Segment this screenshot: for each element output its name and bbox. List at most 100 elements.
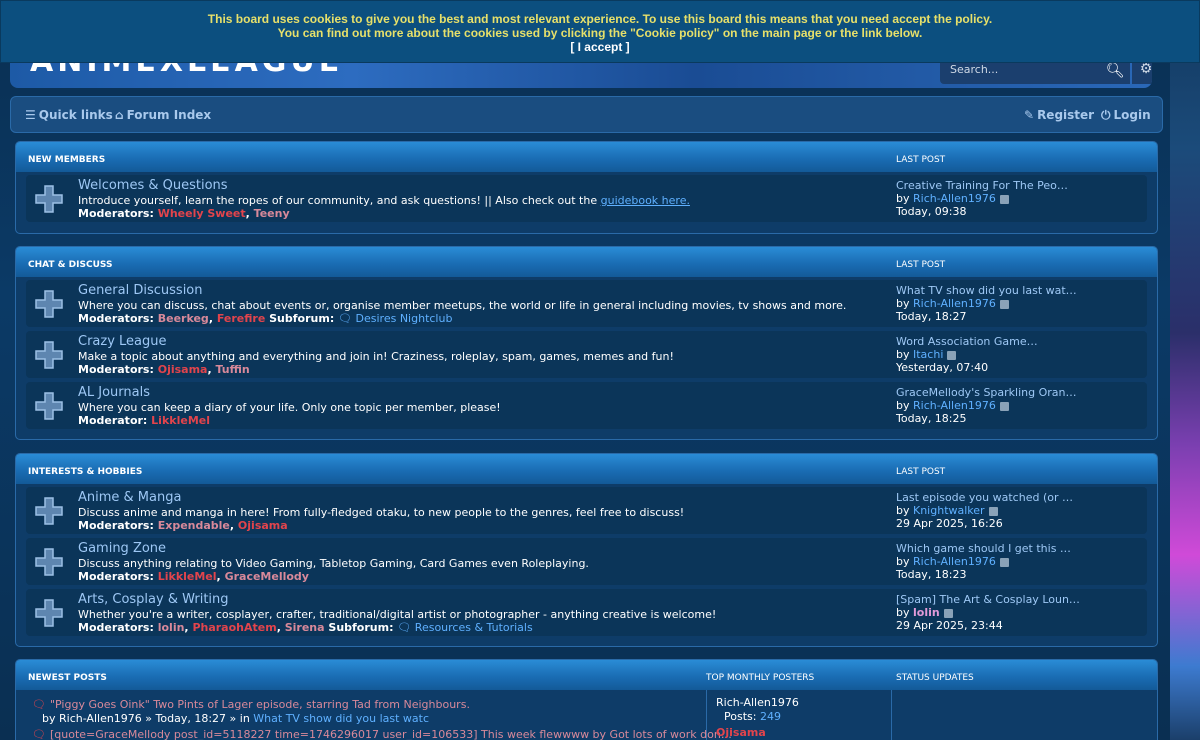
last-post-author: by Itachi — [896, 348, 1086, 361]
last-post-header: Last Post — [896, 155, 946, 165]
forum-moderators: Moderator: LikkleMel — [78, 414, 210, 427]
last-post-title[interactable]: What TV show did you last wat… — [896, 284, 1086, 297]
last-post-user[interactable]: Rich-Allen1976 — [913, 399, 996, 412]
last-post-user[interactable]: Rich-Allen1976 — [913, 555, 996, 568]
subforum-icon: 🗨︎ — [397, 621, 412, 634]
quick-links-label: Quick links — [38, 108, 113, 122]
category-new-members: New Members Last Post Welcomes & Questio… — [15, 141, 1158, 234]
moderator-link[interactable]: Teeny — [254, 207, 290, 220]
last-post-time: 29 Apr 2025, 23:44 — [896, 619, 1003, 632]
last-post-author: by Rich-Allen1976 — [896, 192, 1086, 205]
top-poster-name[interactable]: Ojisama — [716, 726, 766, 739]
speech-bubble-icon: 🗨︎ — [32, 728, 46, 740]
forum-moderators: Moderators: Expendable, Ojisama — [78, 519, 288, 532]
forum-row: General Discussion Where you can discuss… — [26, 280, 1147, 327]
forum-title[interactable]: AL Journals — [78, 385, 150, 400]
subforum-icon: 🗨︎ — [338, 312, 353, 325]
register-link[interactable]: ✎ Register — [1024, 108, 1094, 122]
posts-count[interactable]: 249 — [760, 710, 781, 723]
goto-post-icon[interactable] — [988, 506, 998, 516]
moderators-label: Moderators: — [78, 207, 154, 220]
last-post-title[interactable]: GraceMellody's Sparkling Oran… — [896, 386, 1086, 399]
side-artwork — [1170, 0, 1200, 740]
forum-description: Introduce yourself, learn the ropes of o… — [78, 194, 690, 207]
forum-read-icon — [35, 548, 63, 576]
last-post-user[interactable]: lolin — [913, 606, 940, 619]
last-post-author: by Rich-Allen1976 — [896, 555, 1086, 568]
last-post-time: 29 Apr 2025, 16:26 — [896, 517, 1003, 530]
subforum-label: Subforum: — [269, 312, 335, 325]
last-post-user[interactable]: Itachi — [913, 348, 943, 361]
moderator-link[interactable]: lolin — [158, 621, 185, 634]
power-icon: ⏻ — [1101, 108, 1111, 122]
forum-title[interactable]: Welcomes & Questions — [78, 178, 228, 193]
last-post-user[interactable]: Knightwalker — [913, 504, 985, 517]
moderator-link[interactable]: PharaohAtem — [192, 621, 276, 634]
forum-title[interactable]: General Discussion — [78, 283, 203, 298]
newest-post-title[interactable]: "Piggy Goes Oink" Two Pints of Lager epi… — [50, 698, 470, 711]
forum-moderators: Moderators: LikkleMel, GraceMellody — [78, 570, 309, 583]
cookie-notice: This board uses cookies to give you the … — [0, 0, 1200, 63]
top-posters-title: Top Monthly Posters — [706, 673, 815, 683]
last-post-title[interactable]: Which game should I get this … — [896, 542, 1086, 555]
moderator-link[interactable]: Sirena — [285, 621, 325, 634]
forum-read-icon — [35, 392, 63, 420]
last-post-title[interactable]: Creative Training For The Peo… — [896, 179, 1086, 192]
newest-post-item: 🗨︎ [quote=GraceMellody post_id=5118227 ti… — [32, 728, 732, 740]
last-post-user[interactable]: Rich-Allen1976 — [913, 297, 996, 310]
category-title[interactable]: New Members — [28, 155, 105, 165]
forum-title[interactable]: Gaming Zone — [78, 541, 166, 556]
newest-post-topic-link[interactable]: What TV show did you last watc — [253, 712, 429, 725]
forum-description: Discuss anime and manga in here! From fu… — [78, 506, 685, 519]
moderator-link[interactable]: LikkleMel — [158, 570, 217, 583]
last-post-title[interactable]: Word Association Game… — [896, 335, 1086, 348]
goto-post-icon[interactable] — [999, 557, 1009, 567]
forum-row: AL Journals Where you can keep a diary o… — [26, 382, 1147, 429]
moderator-link[interactable]: GraceMellody — [225, 570, 309, 583]
category-title[interactable]: Interests & Hobbies — [28, 467, 142, 477]
forum-read-icon — [35, 497, 63, 525]
moderator-link[interactable]: Tuffin — [215, 363, 249, 376]
last-post-user[interactable]: Rich-Allen1976 — [913, 192, 996, 205]
forum-row: Crazy League Make a topic about anything… — [26, 331, 1147, 378]
moderator-link[interactable]: Wheely Sweet — [158, 207, 246, 220]
goto-post-icon[interactable] — [999, 401, 1009, 411]
goto-post-icon[interactable] — [943, 608, 953, 618]
moderator-link[interactable]: LikkleMel — [151, 414, 210, 427]
quick-links-menu[interactable]: ☰ Quick links — [25, 108, 113, 122]
moderator-link[interactable]: Beerkeg — [158, 312, 209, 325]
newest-post-item: 🗨︎ "Piggy Goes Oink" Two Pints of Lager e… — [32, 698, 470, 711]
last-post-author: by Knightwalker — [896, 504, 1086, 517]
newest-post-title[interactable]: [quote=GraceMellody post_id=5118227 time… — [50, 728, 732, 740]
category-header: Chat & Discuss Last Post — [16, 247, 1157, 277]
last-post-info: Creative Training For The Peo… by Rich-A… — [896, 179, 1086, 218]
category-title[interactable]: Chat & Discuss — [28, 260, 112, 270]
login-link[interactable]: ⏻ Login — [1101, 108, 1151, 123]
forum-row: Anime & Manga Discuss anime and manga in… — [26, 487, 1147, 534]
moderator-link[interactable]: Ojisama — [158, 363, 208, 376]
guidebook-link[interactable]: guidebook here. — [601, 194, 690, 207]
goto-post-icon[interactable] — [999, 299, 1009, 309]
subforum-link[interactable]: 🗨︎ Resources & Tutorials — [397, 621, 532, 634]
last-post-time: Today, 18:27 — [896, 310, 967, 323]
last-post-title[interactable]: [Spam] The Art & Cosplay Loun… — [896, 593, 1086, 606]
newest-post-byline: by Rich-Allen1976 » Today, 18:27 » in — [42, 712, 254, 725]
forum-title[interactable]: Crazy League — [78, 334, 167, 349]
subforum-link[interactable]: 🗨︎ Desires Nightclub — [338, 312, 452, 325]
moderator-link[interactable]: Expendable — [158, 519, 230, 532]
forum-description: Whether you're a writer, cosplayer, craf… — [78, 608, 717, 621]
moderator-link[interactable]: Ferefire — [217, 312, 265, 325]
top-poster-name[interactable]: Rich-Allen1976 — [716, 696, 799, 709]
cookie-accept-button[interactable]: [ I accept ] — [1, 40, 1199, 54]
nav-bar: ☰ Quick links ⌂ Forum Index ✎ Register ⏻ Log… — [10, 96, 1163, 133]
forum-title[interactable]: Anime & Manga — [78, 490, 181, 505]
login-label: Login — [1113, 108, 1151, 122]
speech-bubble-icon: 🗨︎ — [32, 698, 46, 711]
forum-title[interactable]: Arts, Cosplay & Writing — [78, 592, 229, 607]
goto-post-icon[interactable] — [999, 194, 1009, 204]
forum-index-link[interactable]: ⌂ Forum Index — [115, 108, 211, 122]
subforum-name: Resources & Tutorials — [414, 621, 533, 634]
last-post-title[interactable]: Last episode you watched (or … — [896, 491, 1086, 504]
goto-post-icon[interactable] — [947, 350, 957, 360]
moderator-link[interactable]: Ojisama — [238, 519, 288, 532]
